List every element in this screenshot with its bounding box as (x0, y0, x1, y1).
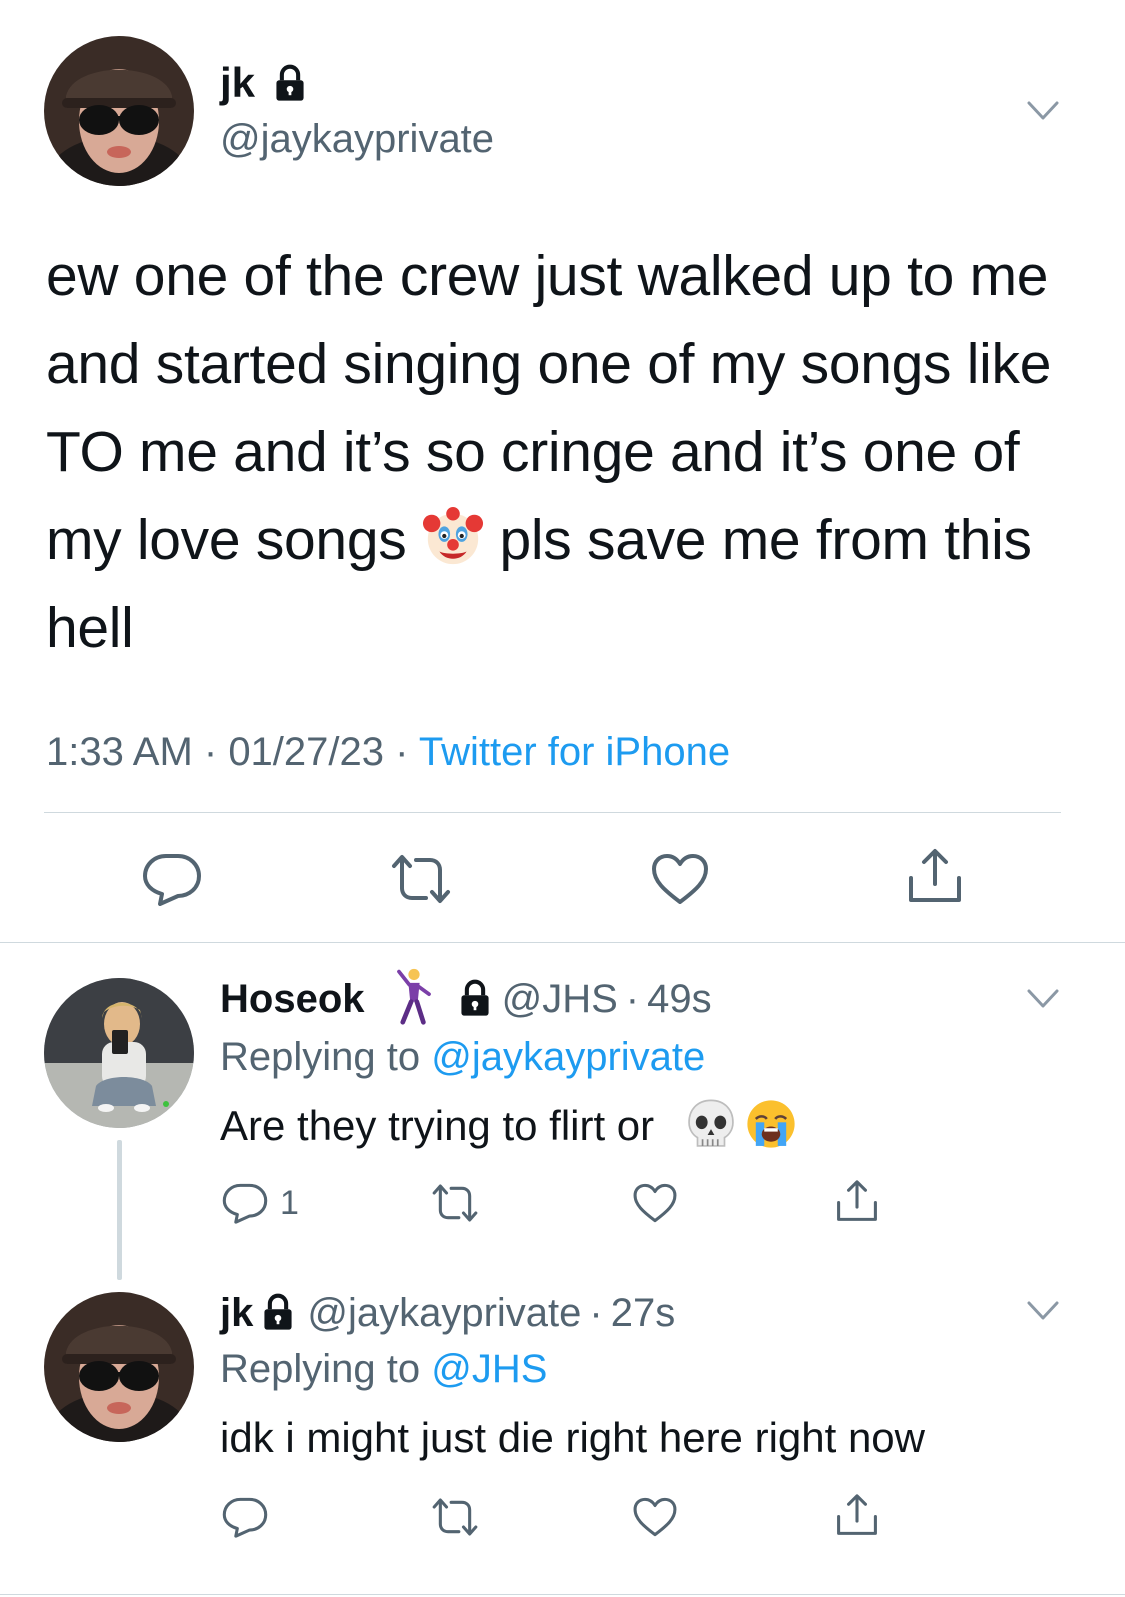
replying-to-handle[interactable]: @JHS (431, 1347, 547, 1391)
reply-text: Are they trying to flirt or (220, 1098, 798, 1154)
replying-to-label: Replying to (220, 1035, 432, 1079)
like-button[interactable] (632, 1182, 678, 1224)
clown-face-icon (422, 506, 484, 568)
chevron-down-icon[interactable] (1026, 100, 1060, 122)
lock-icon (273, 64, 307, 102)
reply-header: jk @jaykayprivate · 27s (220, 1288, 675, 1338)
loudly-crying-face-icon (744, 1097, 798, 1151)
chevron-down-icon[interactable] (1026, 988, 1060, 1010)
lock-icon (458, 979, 492, 1017)
share-icon (905, 846, 965, 906)
heart-icon (650, 852, 710, 906)
avatar-hoseok[interactable] (44, 978, 194, 1128)
like-button[interactable] (650, 852, 710, 906)
reply-header: Hoseok @JHS · 49s (220, 974, 712, 1026)
replying-to: Replying to @JHS (220, 1344, 547, 1394)
replying-to-handle[interactable]: @jaykayprivate (431, 1035, 705, 1079)
reply-icon (142, 852, 202, 906)
tweet-age: 27s (610, 1291, 676, 1335)
avatar-image (44, 1292, 194, 1442)
retweet-icon (386, 852, 456, 906)
retweet-button[interactable] (428, 1496, 482, 1538)
retweet-icon (428, 1182, 482, 1224)
reply-button[interactable] (222, 1496, 268, 1538)
avatar-image (44, 978, 194, 1128)
meta-separator: · (589, 1291, 603, 1335)
tweet-meta: 1:33 AM · 01/27/23 · Twitter for iPhone (46, 724, 730, 780)
reply-button[interactable] (142, 852, 202, 906)
author-display-name[interactable]: jk (220, 58, 307, 108)
meta-separator: · (384, 730, 419, 774)
reply-button[interactable] (222, 1182, 268, 1224)
like-button[interactable] (632, 1496, 678, 1538)
meta-separator: · (625, 977, 640, 1021)
heart-icon (632, 1182, 678, 1224)
reply-icon (222, 1496, 268, 1538)
divider (44, 812, 1061, 813)
man-dancing-icon (394, 966, 434, 1026)
share-icon (834, 1178, 880, 1224)
heart-icon (632, 1496, 678, 1538)
retweet-icon (428, 1496, 482, 1538)
tweet-source-link[interactable]: Twitter for iPhone (419, 730, 730, 774)
divider (0, 942, 1125, 943)
share-button[interactable] (905, 846, 965, 906)
reply-icon (222, 1182, 268, 1224)
author-handle[interactable]: @jaykayprivate (307, 1291, 581, 1335)
divider (0, 1594, 1125, 1595)
retweet-button[interactable] (386, 852, 456, 906)
author-handle[interactable]: @jaykayprivate (220, 115, 494, 163)
meta-separator: · (192, 730, 229, 774)
reply-text: idk i might just die right here right no… (220, 1414, 925, 1461)
share-button[interactable] (834, 1492, 880, 1538)
share-button[interactable] (834, 1178, 880, 1224)
avatar-image (44, 36, 194, 186)
tweet-age: 49s (647, 977, 712, 1021)
author-handle[interactable]: @JHS (502, 977, 618, 1021)
tweet-time: 1:33 AM (46, 730, 193, 774)
display-name-text[interactable]: jk (220, 1291, 253, 1335)
avatar-jk[interactable] (44, 36, 194, 186)
avatar-jk[interactable] (44, 1292, 194, 1442)
tweet-text: ew one of the crew just walked up to me … (46, 232, 1056, 672)
display-name-text: jk (220, 59, 256, 106)
chevron-down-icon[interactable] (1026, 1300, 1060, 1322)
reply-count: 1 (280, 1184, 299, 1222)
reply-text-body: Are they trying to flirt or (220, 1102, 666, 1149)
share-icon (834, 1492, 880, 1538)
replying-to: Replying to @jaykayprivate (220, 1032, 705, 1082)
skull-icon (684, 1097, 738, 1151)
display-name-text[interactable]: Hoseok (220, 977, 365, 1021)
replying-to-label: Replying to (220, 1347, 432, 1391)
tweet-date: 01/27/23 (228, 730, 385, 774)
lock-icon (261, 1293, 295, 1331)
thread-connector-line (117, 1140, 122, 1280)
retweet-button[interactable] (428, 1182, 482, 1224)
